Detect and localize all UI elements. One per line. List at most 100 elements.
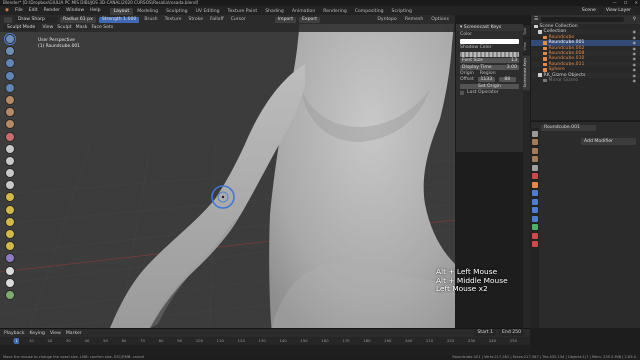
visibility-eye-icon[interactable]: ◉ <box>633 78 637 83</box>
mask-brush-tool-icon[interactable] <box>5 265 15 276</box>
set-origin-button[interactable]: Set Origin <box>460 83 519 89</box>
particles-properties-icon[interactable] <box>531 198 538 205</box>
data-properties-icon[interactable] <box>531 224 538 230</box>
menu-window[interactable]: Window <box>63 6 87 15</box>
scene-properties-icon[interactable] <box>531 164 538 171</box>
draw-brush-tool-icon[interactable] <box>4 33 16 45</box>
view-layer-selector[interactable]: View Layer <box>602 7 634 14</box>
origin-dropdown[interactable]: Region <box>480 71 496 76</box>
snake-hook-tool-icon[interactable] <box>5 229 15 239</box>
smooth-brush-tool-icon[interactable] <box>5 143 15 154</box>
output-properties-icon[interactable] <box>531 147 538 154</box>
display-time-field[interactable]: Display Time 3.00 <box>460 64 519 70</box>
grab-brush-tool-icon[interactable] <box>5 204 15 215</box>
modifier-properties-icon[interactable] <box>531 190 538 196</box>
remesh-menu[interactable]: Remesh <box>403 17 425 22</box>
offset-x-field[interactable]: 1133 <box>477 77 495 82</box>
view-menu[interactable]: View <box>50 331 61 336</box>
menu-render[interactable]: Render <box>41 6 63 15</box>
menu-view[interactable]: View <box>42 24 53 32</box>
object-name-field[interactable]: Roundcube.001 <box>541 125 596 131</box>
outliner-search-input[interactable] <box>541 17 624 22</box>
pinch-brush-tool-icon[interactable] <box>5 192 15 203</box>
shadow-color-swatch[interactable] <box>460 51 519 57</box>
clay-thumb-brush-tool-icon[interactable] <box>5 82 15 93</box>
import-button[interactable]: Import <box>274 16 296 23</box>
draw-sharp-brush-tool-icon[interactable] <box>5 46 15 57</box>
falloff-menu[interactable]: Falloff <box>208 17 226 22</box>
menu-edit[interactable]: Edit <box>26 6 41 15</box>
add-modifier-button[interactable]: Add Modifier <box>581 138 636 145</box>
mesh-filter-tool-icon[interactable] <box>5 289 15 300</box>
scene-selector[interactable]: Scene <box>578 7 599 14</box>
inflate-brush-tool-icon[interactable] <box>5 107 15 118</box>
start-frame-field[interactable]: Start 1 <box>474 330 497 336</box>
texture-menu[interactable]: Texture <box>163 17 184 22</box>
elastic-deform-tool-icon[interactable] <box>5 216 15 227</box>
dyntopo-menu[interactable]: Dyntopo <box>375 17 399 22</box>
thumb-brush-tool-icon[interactable] <box>5 241 15 252</box>
brush-selector[interactable]: Draw Sharp <box>15 16 57 23</box>
offset-y-field[interactable]: 88 <box>498 77 516 82</box>
pose-brush-tool-icon[interactable] <box>5 253 15 264</box>
current-frame-indicator[interactable]: 1 <box>14 338 20 344</box>
layer-brush-tool-icon[interactable] <box>5 94 15 105</box>
physics-properties-icon[interactable] <box>531 207 538 213</box>
menu-file[interactable]: File <box>12 6 26 15</box>
font-size-field[interactable]: Font Size 13 <box>460 58 519 63</box>
flatten-brush-tool-icon[interactable] <box>5 155 15 166</box>
last-operator-checkbox[interactable] <box>460 90 464 95</box>
box-mask-tool-icon[interactable] <box>5 277 15 288</box>
workspace-tab-texture-paint[interactable]: Texture Paint <box>224 8 262 15</box>
material-properties-icon[interactable] <box>531 232 538 239</box>
timeline-ruler[interactable]: 0102030405060708090100110120130140150160… <box>0 338 530 345</box>
blender-logo-icon[interactable]: ◉ <box>2 8 12 13</box>
screencast-keys-panel-header[interactable]: ▾ Screencast Keys <box>456 24 523 31</box>
outliner-row[interactable]: Mirror Gizmo ◉ <box>531 78 640 83</box>
sidebar-tab-screencast-keys[interactable]: Screencast Keys <box>523 53 530 90</box>
playback-menu[interactable]: Playback <box>4 331 25 336</box>
brush-menu[interactable]: Brush <box>142 17 159 22</box>
clay-strips-brush-tool-icon[interactable] <box>5 70 15 81</box>
world-properties-icon[interactable] <box>531 173 538 179</box>
radius-field[interactable]: Radius 61 px <box>60 16 96 23</box>
texture-properties-icon[interactable] <box>531 241 538 247</box>
cursor-menu[interactable]: Cursor <box>229 17 248 22</box>
workspace-tab-scripting[interactable]: Scripting <box>388 8 416 15</box>
color-swatch[interactable] <box>460 38 519 44</box>
view-layer-properties-icon[interactable] <box>531 156 538 162</box>
crease-brush-tool-icon[interactable] <box>5 131 15 142</box>
brush-icon[interactable] <box>4 16 12 23</box>
workspace-tab-sculpting[interactable]: Sculpting <box>162 8 191 15</box>
menu-mask[interactable]: Mask <box>76 24 88 32</box>
constraints-properties-icon[interactable] <box>531 215 538 222</box>
end-frame-field[interactable]: End 250 <box>499 330 524 336</box>
stroke-menu[interactable]: Stroke <box>186 17 205 22</box>
strength-field[interactable]: Strength 1.000 <box>98 16 140 23</box>
export-button[interactable]: Export <box>299 16 321 23</box>
fill-brush-tool-icon[interactable] <box>5 168 15 179</box>
sidebar-tab-view[interactable]: View <box>523 37 530 54</box>
menu-help[interactable]: Help <box>87 6 103 15</box>
scrape-brush-tool-icon[interactable] <box>5 180 15 191</box>
workspace-tab-rendering[interactable]: Rendering <box>319 8 350 15</box>
render-properties-icon[interactable] <box>531 139 538 145</box>
clay-brush-tool-icon[interactable] <box>5 58 15 69</box>
workspace-tab-uv-editing[interactable]: UV Editing <box>192 8 224 15</box>
marker-menu[interactable]: Marker <box>66 331 82 336</box>
sidebar-tab-tool[interactable]: Tool <box>523 24 530 38</box>
mode-selector[interactable]: Sculpt Mode <box>4 25 39 31</box>
workspace-tab-animation[interactable]: Animation <box>288 8 319 15</box>
workspace-tab-layout[interactable]: Layout <box>109 7 134 15</box>
workspace-tab-modeling[interactable]: Modeling <box>133 8 162 15</box>
menu-face-sets[interactable]: Face Sets <box>91 24 113 32</box>
workspace-tab-shading[interactable]: Shading <box>261 8 288 15</box>
outliner-type-icon[interactable]: ☰ <box>534 17 538 22</box>
object-properties-icon[interactable] <box>531 181 538 188</box>
filter-icon[interactable]: ⚲ <box>633 17 640 22</box>
3d-viewport[interactable] <box>0 24 455 328</box>
tool-properties-icon[interactable] <box>531 130 538 137</box>
workspace-tab-compositing[interactable]: Compositing <box>351 8 388 15</box>
blob-brush-tool-icon[interactable] <box>5 119 15 130</box>
keying-menu[interactable]: Keying <box>30 331 45 336</box>
